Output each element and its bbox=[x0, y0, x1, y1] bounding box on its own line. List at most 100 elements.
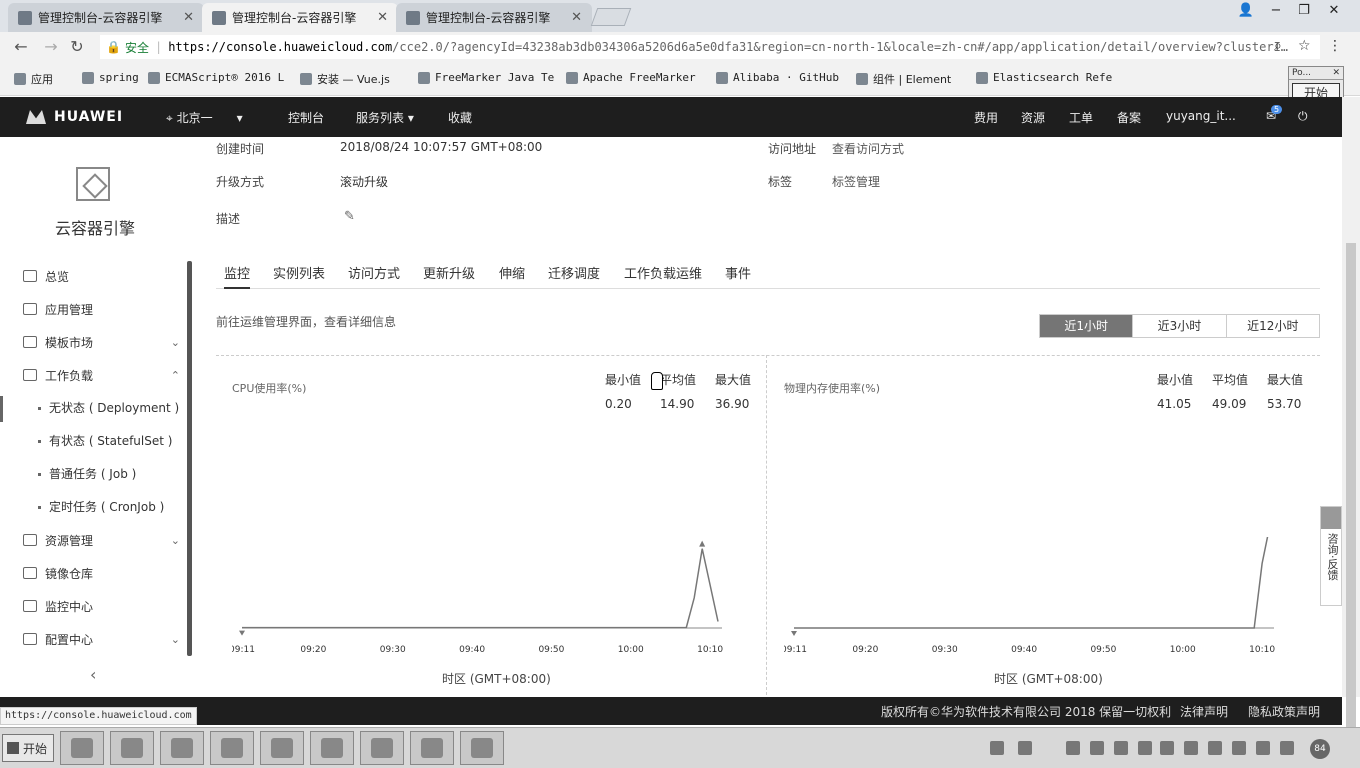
search-icon[interactable]: ⌕ bbox=[1274, 38, 1282, 54]
taskbar-app-terminal[interactable] bbox=[260, 731, 304, 765]
tab-ops[interactable]: 工作负载运维 bbox=[624, 263, 702, 282]
tab-events[interactable]: 事件 bbox=[725, 263, 751, 282]
power-icon[interactable]: ⏻ bbox=[1298, 109, 1308, 124]
nav-resources[interactable]: 资源 bbox=[1021, 109, 1045, 126]
scrollbar-thumb[interactable] bbox=[1346, 243, 1356, 747]
privacy-link[interactable]: 隐私政策声明 bbox=[1248, 703, 1320, 720]
memory-timezone-label: 时区 (GMT+08:00) bbox=[994, 672, 1103, 686]
nvidia-icon[interactable] bbox=[1138, 741, 1152, 755]
tray-icon[interactable] bbox=[1066, 741, 1080, 755]
bookmark[interactable]: 组件 | Element bbox=[856, 71, 951, 87]
elasticsearch-icon bbox=[976, 71, 988, 84]
bookmark[interactable]: Alibaba · GitHub bbox=[716, 71, 839, 84]
sidebar-item-config[interactable]: 配置中心 ⌄ bbox=[0, 627, 190, 651]
volume-icon[interactable] bbox=[1256, 741, 1270, 755]
sidebar-item-apps[interactable]: 应用管理 bbox=[0, 297, 190, 321]
sidebar-item-monitoring[interactable]: 监控中心 bbox=[0, 594, 190, 618]
tab-access[interactable]: 访问方式 bbox=[348, 263, 400, 282]
bookmark[interactable]: ECMAScript® 2016 L bbox=[148, 71, 284, 84]
notification-icon[interactable] bbox=[1090, 741, 1104, 755]
bookmark-apps[interactable]: 应用 bbox=[14, 71, 53, 87]
tray-icon[interactable] bbox=[1208, 741, 1222, 755]
taskbar-app-paint[interactable] bbox=[460, 731, 504, 765]
sidebar-item-templates[interactable]: 模板市场 ⌄ bbox=[0, 330, 190, 354]
taskbar-app-typora[interactable] bbox=[160, 731, 204, 765]
sidebar-subitem-deployment[interactable]: 无状态 ( Deployment ) bbox=[0, 396, 190, 420]
tag-link[interactable]: 标签管理 bbox=[832, 173, 880, 190]
sidebar-item-overview[interactable]: 总览 bbox=[0, 264, 190, 288]
edit-pencil-icon[interactable]: ✎ bbox=[344, 209, 355, 224]
url-input[interactable]: 🔒 安全 | https://console.huaweicloud.com /… bbox=[100, 35, 1320, 59]
taskbar-app-browser[interactable] bbox=[410, 731, 454, 765]
minimize-icon[interactable]: − bbox=[1262, 0, 1290, 20]
page-scrollbar[interactable] bbox=[1342, 97, 1360, 747]
bookmark-star-icon[interactable]: ☆ bbox=[1298, 38, 1311, 54]
tab-scaling[interactable]: 伸缩 bbox=[499, 263, 525, 282]
menu-icon[interactable]: ⋮ bbox=[1328, 38, 1342, 54]
tab-upgrade[interactable]: 更新升级 bbox=[423, 263, 475, 282]
help-icon[interactable] bbox=[1018, 741, 1032, 755]
sidebar-item-workloads[interactable]: 工作负载 ⌃ bbox=[0, 363, 190, 387]
close-icon[interactable]: ✕ bbox=[571, 10, 582, 25]
close-icon[interactable]: ✕ bbox=[183, 10, 194, 25]
access-label: 访问地址 bbox=[768, 142, 817, 156]
sidebar-item-images[interactable]: 镜像仓库 bbox=[0, 561, 190, 585]
nav-console[interactable]: 控制台 bbox=[288, 109, 324, 126]
sidebar-subitem-statefulset[interactable]: 有状态 ( StatefulSet ) bbox=[0, 429, 190, 453]
ops-hint-link[interactable]: 前往运维管理界面，查看详细信息 bbox=[216, 313, 396, 330]
page-icon bbox=[82, 71, 94, 84]
legal-link[interactable]: 法律声明 bbox=[1180, 703, 1228, 720]
browser-tab[interactable]: 管理控制台-云容器引擎 ✕ bbox=[8, 3, 204, 32]
nav-billing[interactable]: 费用 bbox=[974, 109, 998, 126]
tab-monitor[interactable]: 监控 bbox=[224, 263, 251, 289]
feedback-widget[interactable]: 咨询·反馈 bbox=[1320, 506, 1342, 606]
taskbar-app-vm[interactable] bbox=[210, 731, 254, 765]
nav-filing[interactable]: 备案 bbox=[1117, 109, 1141, 126]
tab-instances[interactable]: 实例列表 bbox=[273, 263, 325, 282]
tab-scheduling[interactable]: 迁移调度 bbox=[548, 263, 600, 282]
user-menu[interactable]: yuyang_it... bbox=[1166, 109, 1236, 123]
nav-service-list[interactable]: 服务列表 ▾ bbox=[356, 109, 414, 126]
sidebar-item-resources[interactable]: 资源管理 ⌄ bbox=[0, 528, 190, 552]
close-icon[interactable]: ✕ bbox=[377, 10, 388, 25]
network-icon[interactable] bbox=[1280, 741, 1294, 755]
start-menu-button[interactable]: 开始 bbox=[2, 734, 54, 762]
chrome-tray-icon[interactable] bbox=[1114, 741, 1128, 755]
access-link[interactable]: 查看访问方式 bbox=[832, 140, 904, 157]
sidebar-subitem-cronjob[interactable]: 定时任务 ( CronJob ) bbox=[0, 495, 190, 519]
message-icon[interactable]: ✉ 5 bbox=[1266, 105, 1283, 123]
reload-icon[interactable]: ↻ bbox=[66, 37, 88, 57]
huawei-logo[interactable]: HUAWEI bbox=[26, 109, 123, 125]
region-selector[interactable]: ⌖ 北京一 ▾ bbox=[166, 109, 243, 126]
tray-icon[interactable] bbox=[1160, 741, 1174, 755]
nav-favorites[interactable]: 收藏 bbox=[448, 109, 472, 126]
user-icon[interactable]: 👤 bbox=[1232, 0, 1260, 20]
taskbar-app-tool[interactable] bbox=[360, 731, 404, 765]
range-3h[interactable]: 近3小时 bbox=[1132, 315, 1225, 337]
collapse-sidebar-icon[interactable]: ‹ bbox=[90, 665, 96, 684]
taskbar-app-explorer[interactable] bbox=[110, 731, 154, 765]
bluetooth-icon[interactable] bbox=[1184, 741, 1198, 755]
back-icon[interactable]: ← bbox=[10, 37, 32, 57]
bookmark[interactable]: FreeMarker Java Te bbox=[418, 71, 554, 84]
range-1h[interactable]: 近1小时 bbox=[1040, 315, 1133, 337]
range-12h[interactable]: 近12小时 bbox=[1225, 315, 1319, 337]
sidebar-subitem-job[interactable]: 普通任务 ( Job ) bbox=[0, 462, 190, 486]
close-icon[interactable]: ✕ bbox=[1332, 68, 1340, 78]
browser-tab-active[interactable]: 管理控制台-云容器引擎 ✕ bbox=[202, 3, 398, 32]
close-window-icon[interactable]: ✕ bbox=[1320, 0, 1348, 20]
forward-icon[interactable]: → bbox=[40, 37, 62, 57]
bookmark[interactable]: Apache FreeMarker bbox=[566, 71, 696, 84]
keyboard-icon[interactable] bbox=[990, 741, 1004, 755]
usb-icon[interactable] bbox=[1232, 741, 1246, 755]
new-tab-button[interactable] bbox=[590, 8, 632, 26]
restore-icon[interactable]: ❐ bbox=[1290, 0, 1318, 20]
browser-tab[interactable]: 管理控制台-云容器引擎 ✕ bbox=[396, 3, 592, 32]
bookmark[interactable]: spring bbox=[82, 71, 139, 84]
bookmark[interactable]: 安装 — Vue.js bbox=[300, 71, 390, 87]
taskbar-app-chrome[interactable] bbox=[310, 731, 354, 765]
nav-tickets[interactable]: 工单 bbox=[1069, 109, 1093, 126]
bookmark[interactable]: Elasticsearch Refe bbox=[976, 71, 1112, 84]
sidebar-scrollbar[interactable] bbox=[187, 261, 192, 656]
taskbar-app-intellij[interactable] bbox=[60, 731, 104, 765]
